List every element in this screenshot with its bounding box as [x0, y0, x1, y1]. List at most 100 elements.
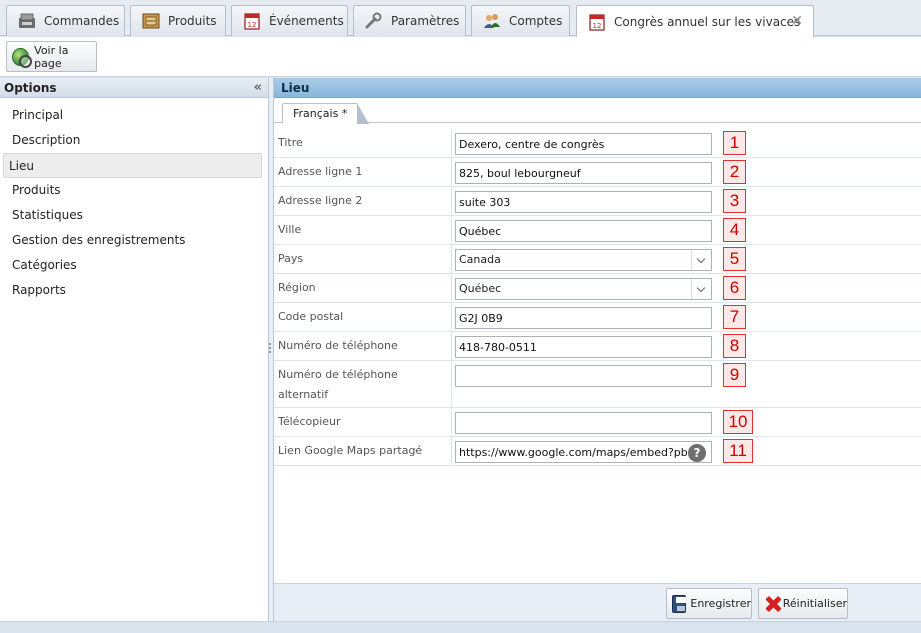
collapse-icon[interactable]: « — [254, 80, 263, 95]
sidebar-nav: Principal Description Lieu Produits Stat… — [0, 98, 268, 303]
calendar-icon: 12 — [242, 12, 262, 30]
globe-search-icon — [12, 47, 33, 68]
floppy-disk-icon — [672, 594, 687, 613]
title-field[interactable] — [455, 133, 712, 155]
tab-label: Produits — [168, 14, 217, 28]
tab-label: Congrès annuel sur les vivaces — [614, 14, 801, 29]
users-icon — [482, 12, 502, 30]
marker-badge: 6 — [723, 276, 746, 300]
view-page-label: Voir la page — [34, 43, 69, 70]
field-label: Code postal — [278, 310, 344, 323]
form-row-adresse2: Adresse ligne 2 3 — [274, 187, 921, 216]
venue-form: Titre 1 Adresse ligne 1 2 Adresse ligne … — [274, 129, 921, 466]
marker-badge: 8 — [723, 334, 746, 358]
marker-badge: 7 — [723, 305, 746, 329]
marker-badge: 5 — [723, 247, 746, 271]
field-label: Numéro de téléphone — [278, 339, 398, 352]
marker-badge: 10 — [723, 410, 753, 434]
tab-comptes[interactable]: Comptes — [471, 5, 570, 36]
region-select-value: Québec — [459, 282, 502, 295]
form-row-telephone: Numéro de téléphone 8 — [274, 332, 921, 361]
svg-text:12: 12 — [593, 22, 602, 30]
sidebar-title: Options — [4, 81, 57, 95]
tab-parametres[interactable]: Paramètres — [353, 5, 466, 36]
form-row-ville: Ville 4 — [274, 216, 921, 245]
form-row-telephone-alt: Numéro de téléphone alternatif 9 — [274, 361, 921, 408]
sidebar-item-statistiques[interactable]: Statistiques — [3, 203, 262, 228]
wrench-icon — [364, 12, 384, 30]
language-tabs: Français * — [274, 98, 921, 124]
sidebar-item-rapports[interactable]: Rapports — [3, 278, 262, 303]
reset-button-label: Réinitialiser — [782, 597, 847, 610]
address-line1-field[interactable] — [455, 162, 712, 184]
marker-badge: 4 — [723, 218, 746, 242]
country-select-value: Canada — [459, 253, 501, 266]
form-row-titre: Titre 1 — [274, 129, 921, 158]
toolbar: Voir la page — [0, 37, 921, 77]
tab-evenements[interactable]: 12 Événements — [231, 5, 348, 36]
city-field[interactable] — [455, 220, 712, 242]
tab-francais[interactable]: Français * — [282, 103, 370, 124]
splitter-grip[interactable] — [269, 343, 272, 353]
help-icon[interactable]: ? — [688, 444, 706, 462]
sidebar-item-produits[interactable]: Produits — [3, 178, 262, 203]
tab-bar: Commandes Produits 12 Événements Paramèt… — [0, 0, 921, 37]
marker-badge: 9 — [723, 363, 746, 387]
tab-label: Événements — [269, 14, 344, 28]
reset-button[interactable]: Réinitialiser — [758, 588, 848, 619]
field-label: Télécopieur — [278, 415, 341, 428]
field-label: Titre — [278, 136, 303, 149]
field-label: Région — [278, 281, 316, 294]
google-maps-link-field[interactable] — [455, 441, 712, 463]
tab-label: Commandes — [44, 14, 120, 28]
address-line2-field[interactable] — [455, 191, 712, 213]
save-button[interactable]: Enregistrer — [666, 588, 752, 619]
marker-badge: 3 — [723, 189, 746, 213]
marker-badge: 2 — [723, 160, 746, 184]
tab-congres[interactable]: 12 Congrès annuel sur les vivaces ✕ — [576, 5, 814, 37]
field-label: Ville — [278, 223, 302, 236]
sidebar-header: Options « — [0, 78, 268, 98]
field-label: Numéro de téléphone alternatif — [278, 368, 398, 401]
status-bar — [0, 621, 921, 633]
form-row-adresse1: Adresse ligne 1 2 — [274, 158, 921, 187]
sidebar-item-description[interactable]: Description — [3, 128, 262, 153]
field-label: Adresse ligne 2 — [278, 194, 363, 207]
main-panel: Lieu Français * Titre 1 Adresse ligne 1 … — [273, 78, 921, 621]
panel-title: Lieu — [274, 78, 921, 98]
form-row-telecopieur: Télécopieur 10 — [274, 408, 921, 437]
form-row-region: Région Québec 6 — [274, 274, 921, 303]
phone-field[interactable] — [455, 336, 712, 358]
fax-field[interactable] — [455, 412, 712, 434]
country-select[interactable]: Canada — [455, 249, 712, 271]
calendar-icon: 12 — [587, 13, 607, 31]
tab-label: Paramètres — [391, 14, 460, 28]
svg-text:12: 12 — [248, 21, 257, 29]
register-icon — [17, 12, 37, 30]
tab-label: Comptes — [509, 14, 563, 28]
form-row-pays: Pays Canada 5 — [274, 245, 921, 274]
form-row-code-postal: Code postal 7 — [274, 303, 921, 332]
red-x-icon — [764, 595, 779, 613]
sidebar-item-principal[interactable]: Principal — [3, 103, 262, 128]
field-label: Lien Google Maps partagé — [278, 444, 423, 457]
tab-produits[interactable]: Produits — [130, 5, 226, 36]
view-page-button[interactable]: Voir la page — [6, 41, 97, 72]
chevron-down-icon[interactable] — [691, 279, 711, 299]
sidebar-item-lieu[interactable]: Lieu — [3, 153, 262, 178]
options-sidebar: Options « Principal Description Lieu Pro… — [0, 78, 269, 621]
sidebar-item-gestion-enregistrements[interactable]: Gestion des enregistrements — [3, 228, 262, 253]
field-label: Adresse ligne 1 — [278, 165, 363, 178]
region-select[interactable]: Québec — [455, 278, 712, 300]
close-icon[interactable]: ✕ — [791, 14, 803, 28]
tab-commandes[interactable]: Commandes — [6, 5, 125, 36]
sidebar-item-categories[interactable]: Catégories — [3, 253, 262, 278]
postal-code-field[interactable] — [455, 307, 712, 329]
box-icon — [141, 12, 161, 30]
chevron-down-icon[interactable] — [691, 250, 711, 270]
save-button-label: Enregistrer — [690, 597, 751, 610]
marker-badge: 1 — [723, 131, 746, 155]
alt-phone-field[interactable] — [455, 365, 712, 387]
marker-badge: 11 — [723, 439, 753, 463]
form-row-google-maps: Lien Google Maps partagé ? 11 — [274, 437, 921, 466]
